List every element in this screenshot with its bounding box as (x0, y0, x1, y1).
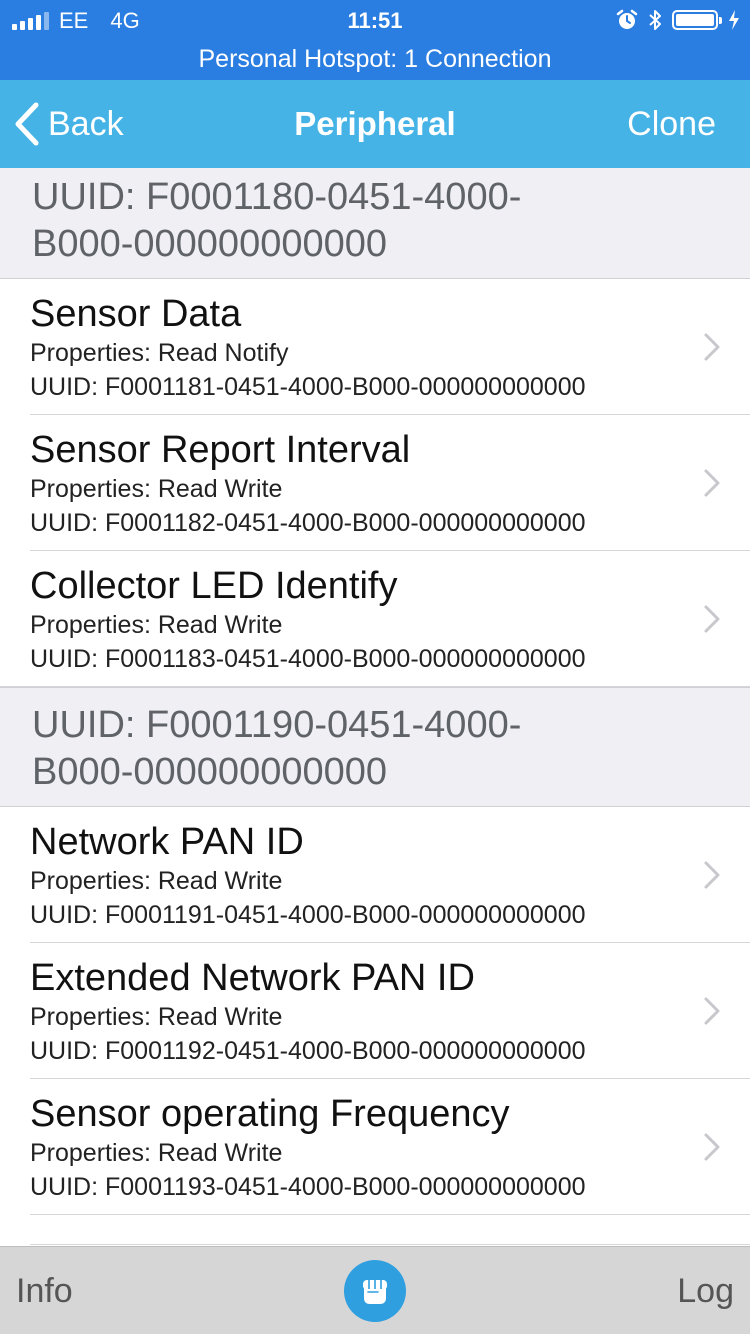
chevron-right-icon (704, 997, 720, 1025)
navigation-bar: Back Peripheral Clone (0, 80, 750, 168)
service-uuid-line1: UUID: F0001180-0451-4000- (32, 176, 522, 218)
chevron-left-icon (15, 102, 39, 146)
characteristic-properties: Properties: Read Write (30, 611, 283, 639)
characteristic-row[interactable]: Sensor operating Frequency Properties: R… (0, 1079, 750, 1215)
tab-info[interactable]: Info (16, 1247, 73, 1334)
service-uuid-line2: B000-000000000000 (32, 223, 388, 265)
back-button[interactable]: Back (14, 80, 124, 168)
characteristic-uuid: UUID: F0001182-0451-4000-B000-0000000000… (30, 509, 586, 537)
back-label: Back (48, 104, 124, 143)
service-header: UUID: F0001180-0451-4000- B000-000000000… (0, 168, 750, 279)
center-action-button[interactable] (344, 1260, 406, 1322)
charging-icon (729, 10, 739, 30)
characteristic-properties: Properties: Read Write (30, 475, 283, 503)
chevron-right-icon (704, 469, 720, 497)
service-uuid-line1: UUID: F0001190-0451-4000- (32, 704, 522, 746)
service-header: UUID: F0001190-0451-4000- B000-000000000… (0, 687, 750, 807)
characteristic-row[interactable]: Network PAN ID Properties: Read Write UU… (0, 807, 750, 943)
fist-icon (363, 1280, 387, 1304)
characteristic-uuid: UUID: F0001181-0451-4000-B000-0000000000… (30, 373, 586, 401)
characteristic-row[interactable]: Extended Network PAN ID Properties: Read… (0, 943, 750, 1079)
chevron-right-icon (704, 1133, 720, 1161)
status-right (616, 9, 740, 31)
tab-log[interactable]: Log (677, 1247, 734, 1334)
characteristic-name: Collector LED Identify (30, 565, 398, 607)
battery-icon (672, 10, 722, 30)
service-list[interactable]: UUID: F0001180-0451-4000- B000-000000000… (0, 168, 750, 1246)
characteristic-properties: Properties: Read Write (30, 1003, 283, 1031)
tab-bar: Info Log (0, 1246, 750, 1334)
characteristic-uuid: UUID: F0001191-0451-4000-B000-0000000000… (30, 901, 586, 929)
characteristic-name: Sensor Data (30, 293, 242, 335)
chevron-right-icon (704, 861, 720, 889)
characteristic-properties: Properties: Read Write (30, 1139, 283, 1167)
characteristic-properties: Properties: Read Write (30, 867, 283, 895)
characteristic-row[interactable]: Sensor Report Interval Properties: Read … (0, 415, 750, 551)
alarm-icon (616, 9, 638, 29)
status-bar: EE 4G 11:51 (0, 0, 750, 40)
characteristic-row[interactable]: Sensor Data Properties: Read Notify UUID… (0, 279, 750, 415)
characteristic-name: Sensor operating Frequency (30, 1093, 510, 1135)
bluetooth-icon (649, 10, 661, 30)
characteristic-uuid: UUID: F0001193-0451-4000-B000-0000000000… (30, 1173, 586, 1201)
clone-button[interactable]: Clone (627, 80, 716, 168)
characteristic-uuid: UUID: F0001183-0451-4000-B000-0000000000… (30, 645, 586, 673)
characteristic-uuid: UUID: F0001192-0451-4000-B000-0000000000… (30, 1037, 586, 1065)
characteristic-row-partial[interactable] (0, 1215, 750, 1245)
characteristic-row[interactable]: Collector LED Identify Properties: Read … (0, 551, 750, 687)
characteristic-name: Extended Network PAN ID (30, 957, 475, 999)
chevron-right-icon (704, 605, 720, 633)
hotspot-banner[interactable]: Personal Hotspot: 1 Connection (0, 40, 750, 80)
characteristic-name: Network PAN ID (30, 821, 304, 863)
chevron-right-icon (704, 333, 720, 361)
characteristic-properties: Properties: Read Notify (30, 339, 289, 367)
characteristic-name: Sensor Report Interval (30, 429, 411, 471)
service-uuid-line2: B000-000000000000 (32, 751, 388, 793)
